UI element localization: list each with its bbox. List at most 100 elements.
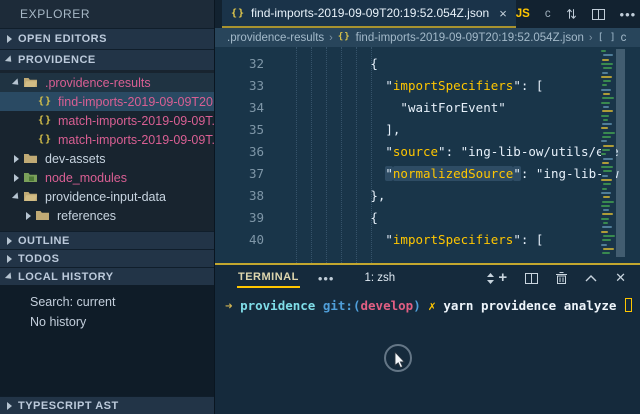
breadcrumb-item[interactable]: c	[621, 32, 627, 44]
js-status-badge[interactable]: JS	[516, 8, 530, 20]
maximize-panel-chevron-up-icon[interactable]	[585, 275, 597, 282]
line-number: 40	[215, 229, 264, 251]
tree-item[interactable]: providence-input-data	[0, 187, 214, 206]
section-typescript-ast[interactable]: TYPESCRIPT AST	[0, 396, 214, 414]
close-panel-icon[interactable]: ✕	[615, 270, 626, 286]
minimap-mark	[603, 119, 608, 121]
tree-item[interactable]: {}match-imports-2019-09-09T...	[0, 111, 214, 130]
array-symbol-icon: [ ]	[598, 32, 616, 43]
terminal-prompt-line: ➜ providence git:(develop) ✗ yarn provid…	[225, 297, 640, 315]
minimap-mark	[602, 226, 612, 228]
minimap-mark	[601, 205, 610, 207]
breadcrumb-item[interactable]: find-imports-2019-09-09T20:19:52.054Z.js…	[356, 32, 584, 44]
vscode-window: EXPLORER OPEN EDITORS PROVIDENCE .provid…	[0, 0, 640, 414]
minimap-mark	[601, 244, 607, 246]
code-area[interactable]: { "importSpecifiers": [ "waitForEvent" ]…	[280, 47, 640, 263]
tree-item[interactable]: node_modules	[0, 168, 214, 187]
section-providence[interactable]: PROVIDENCE	[0, 49, 214, 70]
sync-icon[interactable]: ⇄	[563, 9, 579, 20]
minimap-mark	[601, 102, 610, 104]
close-tab-icon[interactable]: ×	[499, 6, 507, 21]
editor-scrollbar[interactable]	[616, 49, 625, 257]
section-label: TODOS	[18, 253, 59, 265]
minimap-mark	[601, 218, 609, 220]
c-status-badge[interactable]: c	[545, 8, 551, 20]
json-braces-icon: {}	[37, 134, 53, 145]
code-line[interactable]: "importSpecifiers": [	[280, 75, 640, 97]
minimap-mark	[603, 222, 608, 224]
tree-item-label: node_modules	[45, 171, 127, 185]
more-actions-icon[interactable]: •••	[620, 7, 637, 22]
section-label: TYPESCRIPT AST	[18, 400, 119, 412]
chevron-right-icon	[7, 402, 12, 410]
editor-actions: JS c ⇄ •••	[516, 0, 640, 28]
minimap-mark	[602, 97, 614, 99]
code-token: ": "ing-lib-ow/utils/eve	[438, 144, 619, 159]
minimap-mark	[602, 239, 611, 241]
terminal-content[interactable]: ➜ providence git:(develop) ✗ yarn provid…	[215, 291, 640, 414]
section-label: LOCAL HISTORY	[18, 271, 114, 283]
tree-item[interactable]: {}find-imports-2019-09-09T20...	[0, 92, 214, 111]
code-token: ],	[385, 122, 400, 137]
code-line[interactable]: "normalizedSource": "ing-lib-ow	[280, 163, 640, 185]
split-terminal-icon[interactable]	[525, 273, 538, 284]
section-outline[interactable]: OUTLINE	[0, 231, 214, 249]
shell-select-value: 1: zsh	[364, 272, 395, 284]
code-line[interactable]: "source": "ing-lib-ow/utils/eve	[280, 141, 640, 163]
chevron-expanded-icon	[12, 78, 21, 87]
section-todos[interactable]: TODOS	[0, 249, 214, 267]
section-label: PROVIDENCE	[18, 54, 96, 66]
kill-terminal-trash-icon[interactable]	[556, 272, 567, 284]
panel-more-icon[interactable]: •••	[318, 271, 335, 286]
line-number: 32	[215, 53, 264, 75]
minimap-mark	[602, 252, 610, 254]
minimap-mark	[602, 188, 607, 190]
local-history-content: Search: currentNo history	[0, 285, 214, 340]
explorer-sidebar: EXPLORER OPEN EDITORS PROVIDENCE .provid…	[0, 0, 215, 414]
minimap-mark	[603, 196, 610, 198]
code-line[interactable]: {	[280, 207, 640, 229]
breadcrumb-item[interactable]: .providence-results	[227, 32, 324, 44]
sidebar-filler	[0, 340, 214, 396]
code-line[interactable]: },	[280, 185, 640, 207]
minimap-mark	[603, 183, 611, 185]
minimap-mark	[602, 162, 609, 164]
minimap-mark	[602, 84, 607, 86]
line-number: 39	[215, 207, 264, 229]
tab-find-imports-json[interactable]: {} find-imports-2019-09-09T20:19:52.054Z…	[222, 0, 516, 28]
json-braces-icon: {}	[231, 8, 245, 19]
code-token: ": [	[513, 78, 543, 93]
tab-label: find-imports-2019-09-09T20:19:52.054Z.js…	[251, 6, 489, 20]
code-line[interactable]: {	[280, 53, 640, 75]
minimap-mark	[603, 158, 613, 160]
minimap[interactable]	[601, 47, 616, 263]
split-editor-icon[interactable]	[592, 9, 605, 20]
code-line[interactable]: "waitForEvent"	[280, 97, 640, 119]
tree-item[interactable]: dev-assets	[0, 149, 214, 168]
folder-open-icon	[24, 77, 40, 88]
chevron-right-icon	[7, 237, 12, 245]
minimap-mark	[603, 235, 615, 237]
line-number-gutter: 323334353637383940	[215, 47, 280, 263]
section-local-history[interactable]: LOCAL HISTORY	[0, 267, 214, 285]
chevron-right-icon	[14, 155, 19, 163]
sidebar-title: EXPLORER	[0, 0, 214, 28]
section-open-editors[interactable]: OPEN EDITORS	[0, 28, 214, 49]
tree-item[interactable]: {}match-imports-2019-09-09T...	[0, 130, 214, 149]
json-key-token: importSpecifiers	[393, 232, 513, 247]
minimap-mark	[603, 132, 615, 134]
terminal-shell-select[interactable]: 1: zsh	[360, 270, 498, 286]
minimap-mark	[601, 231, 608, 233]
panel-actions: + ✕	[498, 270, 640, 286]
code-line[interactable]: ],	[280, 119, 640, 141]
code-line[interactable]: "importSpecifiers": [	[280, 229, 640, 251]
tree-item[interactable]: references	[0, 206, 214, 225]
chevron-expanded-icon	[5, 272, 14, 281]
minimap-mark	[601, 153, 606, 155]
new-terminal-icon[interactable]: +	[498, 273, 507, 283]
tree-item[interactable]: .providence-results	[0, 73, 214, 92]
tab-terminal[interactable]: TERMINAL	[237, 268, 300, 288]
folder-open-icon	[24, 191, 40, 202]
tree-item-label: references	[57, 209, 116, 223]
code-editor[interactable]: 323334353637383940 { "importSpecifiers":…	[215, 47, 640, 263]
